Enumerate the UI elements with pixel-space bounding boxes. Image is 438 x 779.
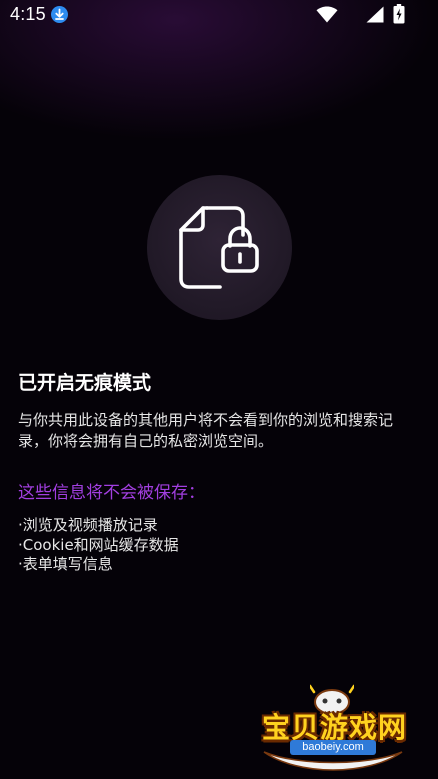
list-item: ·浏览及视频播放记录 <box>18 516 158 534</box>
description-text: 与你共用此设备的其他用户将不会看到你的浏览和搜索记录，你将会拥有自己的私密浏览空… <box>18 411 394 450</box>
not-saved-heading: 这些信息将不会被保存： <box>18 483 205 503</box>
status-time: 4:15 <box>10 4 46 24</box>
list-item: ·Cookie和网站缓存数据 <box>18 535 179 554</box>
page-title: 已开启无痕模式 <box>18 372 152 394</box>
download-icon <box>51 6 68 23</box>
watermark-logo: 宝贝游戏网 baobeiy.com <box>258 682 408 776</box>
not-saved-list: ·浏览及视频播放记录 ·Cookie和网站缓存数据 ·表单填写信息 <box>18 516 179 575</box>
battery-charging-icon <box>393 4 405 28</box>
list-item: ·表单填写信息 <box>18 555 113 573</box>
watermark-arc <box>263 751 403 771</box>
wifi-icon <box>316 6 338 27</box>
incognito-icon-badge <box>147 175 292 320</box>
file-lock-icon <box>179 206 259 289</box>
signal-icon <box>366 6 384 27</box>
